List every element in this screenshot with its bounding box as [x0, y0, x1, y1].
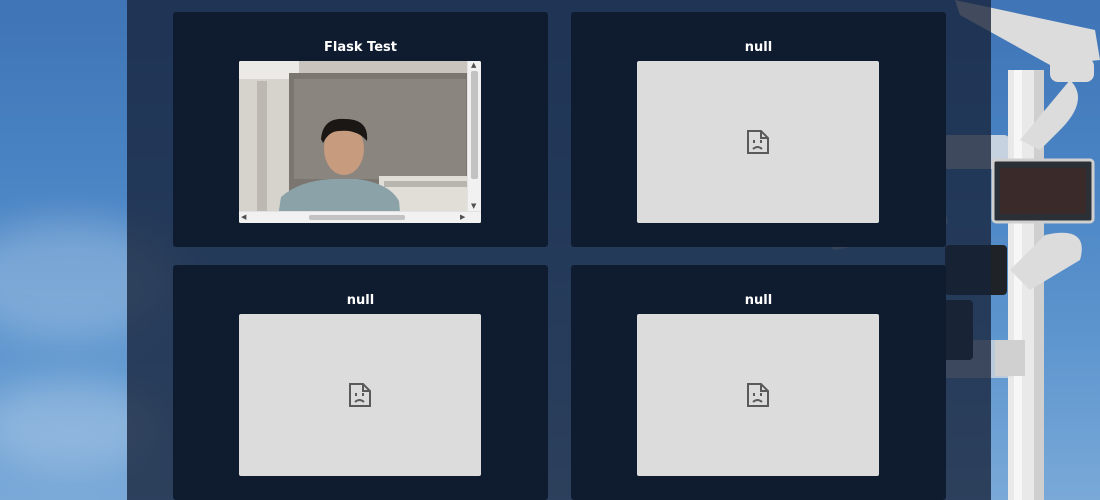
broken-image-placeholder	[637, 314, 879, 476]
broken-image-icon	[747, 130, 769, 154]
scroll-up-icon[interactable]: ▲	[471, 62, 476, 69]
camera-card-1: Flask Test ▲ ▼ ◀ ▶	[173, 12, 548, 247]
vertical-scrollbar[interactable]: ▲ ▼	[467, 61, 481, 212]
broken-image-icon	[349, 383, 371, 407]
broken-image-placeholder	[239, 314, 481, 476]
broken-image-icon	[747, 383, 769, 407]
scroll-left-icon[interactable]: ◀	[241, 214, 246, 221]
broken-image-placeholder	[637, 61, 879, 223]
horizontal-scrollbar[interactable]: ◀ ▶	[239, 211, 481, 223]
camera-title: null	[346, 293, 375, 308]
scroll-down-icon[interactable]: ▼	[471, 203, 476, 210]
video-stream-frame[interactable]: ▲ ▼ ◀ ▶	[239, 61, 481, 223]
camera-card-2: null	[571, 12, 946, 247]
camera-title: null	[744, 293, 773, 308]
camera-card-3: null	[173, 265, 548, 500]
vertical-scroll-thumb[interactable]	[471, 71, 478, 179]
camera-title: null	[744, 40, 773, 55]
video-feed-image	[239, 61, 481, 223]
camera-title: Flask Test	[324, 40, 397, 55]
camera-card-4: null	[571, 265, 946, 500]
scroll-right-icon[interactable]: ▶	[460, 214, 465, 221]
horizontal-scroll-thumb[interactable]	[309, 215, 405, 220]
